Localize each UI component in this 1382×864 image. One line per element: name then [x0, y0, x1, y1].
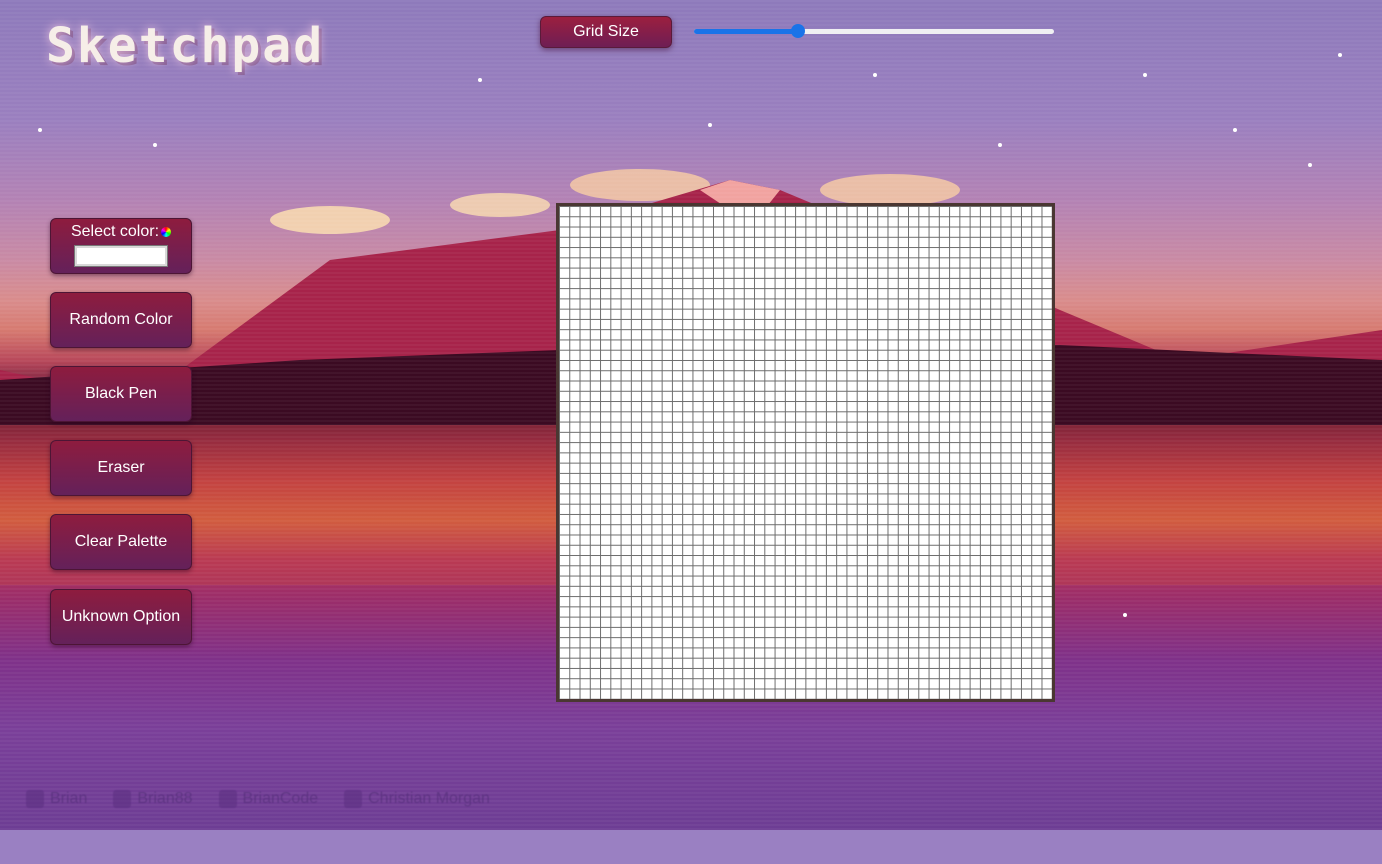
twitter-icon [113, 790, 132, 808]
social-link-twitter[interactable]: Brian88 [113, 790, 193, 808]
random-color-button[interactable]: Random Color [50, 292, 192, 348]
clear-palette-button[interactable]: Clear Palette [50, 514, 192, 570]
slider-thumb[interactable] [791, 24, 806, 38]
slider-fill [694, 29, 799, 34]
select-color-box: Select color: [50, 218, 192, 274]
drawing-canvas[interactable] [556, 203, 1055, 702]
github-icon [218, 790, 237, 808]
color-wheel-icon [161, 227, 172, 237]
social-link-github[interactable]: BrianCode [218, 790, 319, 808]
social-link-label: Brian88 [137, 790, 193, 807]
instagram-icon [26, 790, 44, 808]
select-color-label-row: Select color: [70, 223, 172, 241]
grid-size-button[interactable]: Grid Size [540, 16, 672, 48]
social-link-label: Christian Morgan [368, 790, 490, 807]
social-link-instagram[interactable]: Brian [26, 790, 87, 808]
social-links: Brian Brian88 BrianCode Christian Morgan [26, 790, 490, 808]
app-title: Sketchpad [46, 18, 325, 74]
social-link-facebook[interactable]: Christian Morgan [344, 790, 490, 808]
color-picker-input[interactable] [74, 245, 168, 267]
eraser-button[interactable]: Eraser [50, 440, 192, 496]
facebook-icon [344, 790, 363, 808]
black-pen-button[interactable]: Black Pen [50, 366, 192, 422]
social-link-label: BrianCode [242, 790, 319, 807]
unknown-option-button[interactable]: Unknown Option [50, 589, 192, 645]
social-link-label: Brian [50, 790, 88, 807]
select-color-label: Select color: [70, 223, 160, 240]
footer-band [0, 830, 1382, 864]
grid-size-slider[interactable] [694, 24, 1054, 38]
